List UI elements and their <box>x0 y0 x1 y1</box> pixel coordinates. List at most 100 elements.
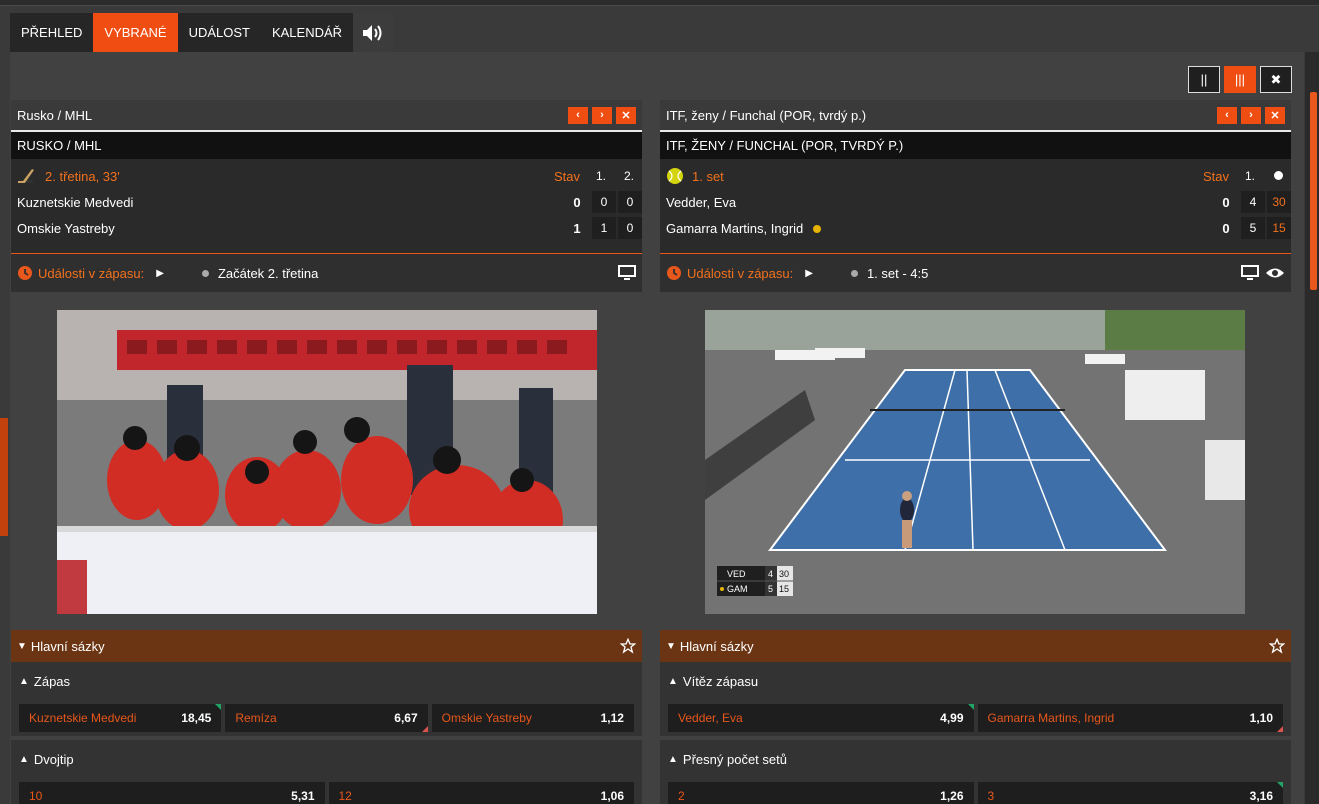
market-section-dvojtip[interactable]: ▲ Dvojtip <box>11 740 642 778</box>
odd-name: Remíza <box>235 711 277 725</box>
layout-three-columns-button[interactable]: ||| <box>1224 66 1256 93</box>
markets-title: Hlavní sázky <box>30 638 105 654</box>
market-section-vitez[interactable]: ▲ Vítěz zápasu <box>660 662 1291 700</box>
odd-name: 3 <box>987 789 995 803</box>
events-bar: Události v zápasu: ▶ Začátek 2. třetina <box>11 254 642 292</box>
prev-button[interactable]: ‹ <box>568 106 588 124</box>
layout-two-columns-button[interactable]: || <box>1188 66 1220 93</box>
period-score: 1 <box>592 217 616 239</box>
sound-button[interactable] <box>353 13 394 52</box>
odd-button[interactable]: 2 1,26 <box>668 782 974 804</box>
trend-up-icon <box>967 704 974 710</box>
odd-button[interactable]: Gamarra Martins, Ingrid 1,10 <box>977 704 1283 732</box>
period-score: 0 <box>592 191 616 213</box>
eye-icon[interactable] <box>1265 266 1285 280</box>
odd-button[interactable]: 10 5,31 <box>19 782 325 804</box>
odd-button[interactable]: 3 3,16 <box>977 782 1283 804</box>
panel-header: Rusko / MHL ‹ › ✕ <box>11 100 642 132</box>
tab-vybrane[interactable]: VYBRANÉ <box>93 13 178 52</box>
points-header-icon <box>1265 169 1291 183</box>
markets-header[interactable]: ▼ Hlavní sázky <box>660 630 1291 662</box>
odds-row: 10 5,31 12 1,06 <box>11 778 642 804</box>
play-icon[interactable]: ▶ <box>156 268 164 279</box>
player-row: Gamarra Martins, Ingrid 0 5 15 <box>660 215 1291 241</box>
tv-icon[interactable] <box>1241 265 1259 281</box>
scoreboard: 2. třetina, 33' Stav 1. 2. Kuznetskie Me… <box>11 159 642 254</box>
team-name: Kuznetskie Medvedi <box>17 194 134 210</box>
next-button[interactable]: › <box>592 106 612 124</box>
odds-row: Vedder, Eva 4,99 Gamarra Martins, Ingrid… <box>660 700 1291 736</box>
trend-down-icon <box>1277 726 1283 732</box>
odd-name: 10 <box>29 789 43 803</box>
points-score: 30 <box>1267 191 1291 213</box>
caret-down-icon: ▼ <box>17 640 27 652</box>
panel-title: Rusko / MHL <box>17 107 93 123</box>
overlay-abbr: GAM <box>727 584 748 594</box>
overlay-points: 15 <box>779 584 789 594</box>
caret-up-icon: ▲ <box>19 753 29 765</box>
odd-value: 1,06 <box>600 789 624 803</box>
tennis-ball-icon <box>667 168 683 184</box>
score-header-stav: Stav <box>1202 168 1229 184</box>
odd-button[interactable]: Omskie Yastreby 1,12 <box>431 704 634 732</box>
speaker-icon <box>363 24 382 41</box>
markets-header[interactable]: ▼ Hlavní sázky <box>11 630 642 662</box>
tab-prehled[interactable]: PŘEHLED <box>10 13 93 52</box>
period-score: 0 <box>618 191 642 213</box>
odd-name: 12 <box>338 789 352 803</box>
team-row: Omskie Yastreby 1 1 0 <box>11 215 642 241</box>
set-score: 5 <box>1241 217 1265 239</box>
team-row: Kuznetskie Medvedi 0 0 0 <box>11 189 642 215</box>
caret-up-icon: ▲ <box>668 753 678 765</box>
odd-button[interactable]: Kuznetskie Medvedi 18,45 <box>19 704 222 732</box>
team-total: 1 <box>573 220 581 236</box>
odd-value: 5,31 <box>291 789 315 803</box>
caret-down-icon: ▼ <box>666 640 676 652</box>
close-button[interactable]: ✕ <box>616 106 636 124</box>
tv-icon[interactable] <box>618 265 636 281</box>
market-title: Zápas <box>33 673 71 689</box>
odd-name: Kuznetskie Medvedi <box>29 711 137 725</box>
play-icon[interactable]: ▶ <box>805 268 813 279</box>
odd-value: 3,16 <box>1249 789 1273 803</box>
odd-name: 2 <box>678 789 685 803</box>
scrollbar-thumb[interactable] <box>1310 92 1317 290</box>
side-marker <box>0 418 8 536</box>
scoreboard: 1. set Stav 1. Vedder, Eva 0 4 30 Gamarr… <box>660 159 1291 254</box>
score-header-p1: 1. <box>595 169 606 183</box>
market-section-pocet-setu[interactable]: ▲ Přesný počet setů <box>660 740 1291 778</box>
close-all-button[interactable]: ✖ <box>1260 66 1292 93</box>
star-icon[interactable] <box>620 638 636 654</box>
tab-kalendar[interactable]: KALENDÁŘ <box>261 13 353 52</box>
player-row: Vedder, Eva 0 4 30 <box>660 189 1291 215</box>
panel-title: ITF, ženy / Funchal (POR, tvrdý p.) <box>666 107 867 123</box>
market-title: Vítěz zápasu <box>682 673 759 689</box>
market-section-zapas[interactable]: ▲ Zápas <box>11 662 642 700</box>
odd-button[interactable]: Vedder, Eva 4,99 <box>668 704 974 732</box>
close-button[interactable]: ✕ <box>1265 106 1285 124</box>
odd-button[interactable]: 12 1,06 <box>328 782 634 804</box>
odd-value: 6,67 <box>394 711 418 725</box>
panel-header: ITF, ženy / Funchal (POR, tvrdý p.) ‹ › … <box>660 100 1291 132</box>
prev-button[interactable]: ‹ <box>1217 106 1237 124</box>
match-panel-hockey: Rusko / MHL ‹ › ✕ RUSKO / MHL 2. třetina… <box>11 100 642 804</box>
match-status: 1. set <box>692 168 724 184</box>
trend-down-icon <box>421 726 428 732</box>
next-button[interactable]: › <box>1241 106 1261 124</box>
caret-up-icon: ▲ <box>668 675 678 687</box>
market-title: Dvojtip <box>33 751 74 767</box>
trend-up-icon <box>1277 782 1283 788</box>
live-video-hockey[interactable] <box>57 310 597 614</box>
live-video-tennis[interactable]: VED 4 30 GAM 5 15 <box>705 310 1245 614</box>
odd-value: 1,26 <box>940 789 964 803</box>
tab-udalost[interactable]: UDÁLOST <box>178 13 261 52</box>
clock-icon <box>667 266 681 280</box>
odd-button[interactable]: Remíza 6,67 <box>225 704 428 732</box>
event-dot-icon <box>850 269 858 277</box>
score-header-stav: Stav <box>553 168 580 184</box>
star-icon[interactable] <box>1269 638 1285 654</box>
overlay-games: 4 <box>768 569 773 579</box>
odds-row: Kuznetskie Medvedi 18,45 Remíza 6,67 Oms… <box>11 700 642 736</box>
league-subtitle: ITF, ŽENY / FUNCHAL (POR, TVRDÝ P.) <box>660 132 1291 159</box>
player-total: 0 <box>1222 220 1230 236</box>
